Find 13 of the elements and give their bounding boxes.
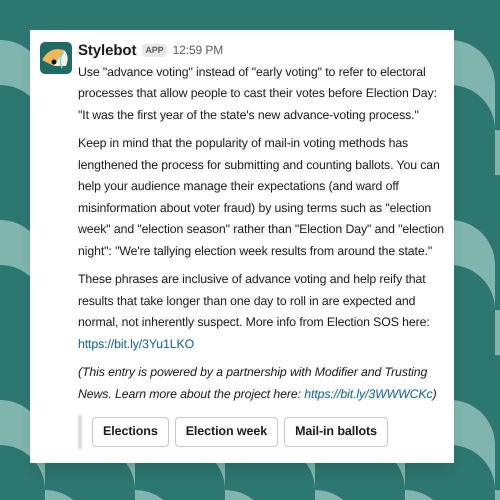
app-badge: APP bbox=[142, 44, 167, 58]
note-text: (This entry is powered by a partnership with Modifier and Trusting News. Learn more about the project here: https://bit.ly/3WWWCKc) bbox=[78, 364, 438, 402]
bot-avatar-icon bbox=[40, 42, 72, 74]
timestamp: 12:59 PM bbox=[172, 42, 224, 59]
link[interactable]: https://bit.ly/3WWWCKc bbox=[304, 386, 433, 400]
sender-name: Stylebot bbox=[78, 41, 136, 61]
link[interactable]: https://bit.ly/3Yu1LKO bbox=[78, 336, 194, 350]
message-paragraph: These phrases are inclusive of advance voting and help reify that results that take longer than one day to roll in are expected and normal, not inherently suspect. More info from Election SOS here: https://bit.ly/3Yu1LKO bbox=[78, 271, 431, 352]
tag-button[interactable]: Elections bbox=[92, 417, 169, 446]
tag-button[interactable]: Election week bbox=[174, 417, 278, 446]
message-paragraph: Use "advance voting" instead of "early voting" to refer to electoral processes that allow people to cast their votes before Election Day: "It was the first year of the state's new advance-voting process." bbox=[78, 64, 438, 124]
message-paragraph: Keep in mind that the popularity of mail-in voting methods has lengthened the process for submitting and counting ballots. You can help your audience manage their expectations (and ward off misinformation about voter fraud) by using terms such as "election week" and "election season" rather than "Election Day" and "election night": "We're tallying election week results from around the state." bbox=[78, 135, 445, 260]
tag-button[interactable]: Mail-in ballots bbox=[284, 417, 388, 446]
